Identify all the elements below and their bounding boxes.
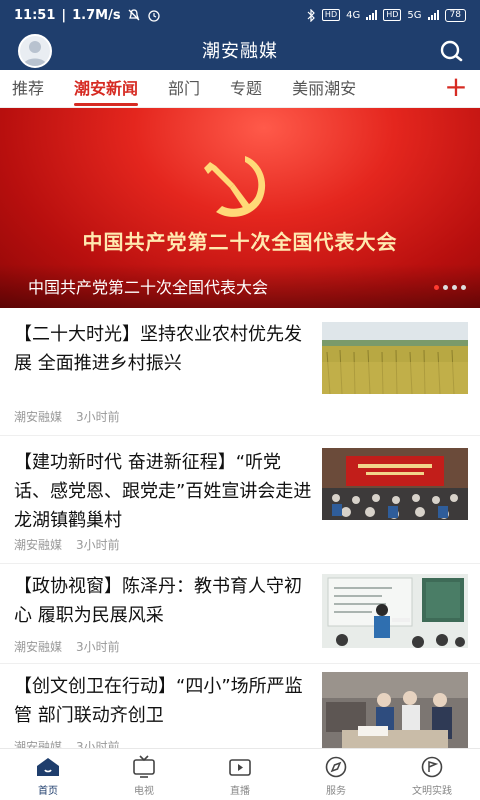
pagination-dot[interactable] <box>443 285 448 290</box>
search-icon[interactable] <box>438 38 464 64</box>
channel-tabs: 推荐 潮安新闻 部门 专题 美丽潮安 + <box>0 70 480 108</box>
mute-icon <box>128 9 140 21</box>
avatar[interactable] <box>18 34 52 68</box>
banner-pagination <box>434 285 466 290</box>
tab-departments[interactable]: 部门 <box>168 70 200 108</box>
news-source: 潮安融媒 <box>14 410 63 424</box>
live-icon <box>229 759 251 776</box>
pagination-dot[interactable] <box>461 285 466 290</box>
nav-home[interactable]: 首页 <box>0 749 96 800</box>
news-meta: 潮安融媒 3小时前 <box>14 408 120 425</box>
network-gen-label: 4G <box>346 9 361 21</box>
news-thumbnail-classroom <box>322 574 468 648</box>
pagination-dot[interactable] <box>434 285 439 290</box>
news-title: 【二十大时光】坚持农业农村优先发展 全面推进乡村振兴 <box>14 324 302 374</box>
status-time: 11:51 <box>14 7 56 23</box>
page-title: 潮安融媒 <box>202 41 278 62</box>
nav-tv[interactable]: 电视 <box>96 749 192 800</box>
home-icon <box>37 758 59 776</box>
news-thumbnail-meeting-hall <box>322 448 468 520</box>
news-item[interactable]: 【创文创卫在行动】“四小”场所严监管 部门联动齐创卫 潮安融媒 3小时前 <box>0 664 480 754</box>
news-thumbnail-inspection <box>322 672 468 748</box>
user-avatar-icon <box>23 41 47 66</box>
news-item[interactable]: 【政协视窗】陈泽丹：教书育人守初心 履职为民展风采 潮安融媒 3小时前 <box>0 564 480 664</box>
nav-label: 服务 <box>326 786 346 797</box>
add-channel-icon[interactable]: + <box>442 73 470 102</box>
news-item[interactable]: 【建功新时代 奋进新征程】“听党话、感党恩、跟党走”百姓宣讲会走进龙湖镇鹳巢村 … <box>0 436 480 564</box>
pagination-dot[interactable] <box>452 285 457 290</box>
status-speed: 1.7M/s <box>72 7 121 23</box>
nav-civilization-practice[interactable]: 文明实践 <box>384 749 480 800</box>
news-meta: 潮安融媒 3小时前 <box>14 638 120 655</box>
hd-badge-2: HD <box>383 9 402 21</box>
nav-label: 文明实践 <box>412 786 452 797</box>
news-title: 【建功新时代 奋进新征程】“听党话、感党恩、跟党走”百姓宣讲会走进龙湖镇鹳巢村 <box>14 452 312 531</box>
tab-recommend[interactable]: 推荐 <box>12 70 44 108</box>
news-item[interactable]: 【二十大时光】坚持农业农村优先发展 全面推进乡村振兴 潮安融媒 3小时前 <box>0 308 480 436</box>
nav-label: 首页 <box>38 786 58 797</box>
flag-circle-icon <box>421 756 443 778</box>
news-source: 潮安融媒 <box>14 640 63 654</box>
tab-beautiful-chaoan[interactable]: 美丽潮安 <box>292 70 356 108</box>
tab-chaoan-news[interactable]: 潮安新闻 <box>74 70 139 108</box>
bottom-nav: 首页 电视 直播 服务 文明实践 <box>0 748 480 800</box>
banner-headline: 中国共产党第二十次全国代表大会 <box>82 230 398 254</box>
nav-services[interactable]: 服务 <box>288 749 384 800</box>
bluetooth-icon <box>307 8 315 22</box>
banner-caption: 中国共产党第二十次全国代表大会 <box>28 278 269 297</box>
signal-icon-2 <box>427 10 439 20</box>
news-meta: 潮安融媒 3小时前 <box>14 536 120 553</box>
nav-live[interactable]: 直播 <box>192 749 288 800</box>
hd-badge: HD <box>321 9 341 21</box>
party-emblem-icon <box>204 156 266 217</box>
news-thumbnail-rice-field <box>322 322 468 394</box>
news-title: 【政协视窗】陈泽丹：教书育人守初心 履职为民展风采 <box>14 576 302 626</box>
status-bar: 11:51 | 1.7M/s HD 4G HD 5G 78 <box>0 0 480 30</box>
nav-label: 直播 <box>230 786 250 797</box>
nav-label: 电视 <box>134 786 154 797</box>
app-header: 潮安融媒 <box>0 30 480 70</box>
compass-icon <box>325 756 347 778</box>
news-time: 3小时前 <box>76 410 120 424</box>
network-gen-label-2: 5G <box>407 9 422 21</box>
featured-banner[interactable]: 中国共产党第二十次全国代表大会 中国共产党第二十次全国代表大会 <box>0 108 480 308</box>
tv-icon <box>133 755 155 778</box>
signal-icon <box>366 10 378 20</box>
news-time: 3小时前 <box>76 640 120 654</box>
news-source: 潮安融媒 <box>14 538 63 552</box>
alarm-icon <box>147 10 160 22</box>
battery-icon: 78 <box>444 8 466 22</box>
tab-topics[interactable]: 专题 <box>230 70 262 108</box>
news-time: 3小时前 <box>76 538 120 552</box>
status-divider: | <box>61 7 67 23</box>
news-title: 【创文创卫在行动】“四小”场所严监管 部门联动齐创卫 <box>14 676 303 726</box>
